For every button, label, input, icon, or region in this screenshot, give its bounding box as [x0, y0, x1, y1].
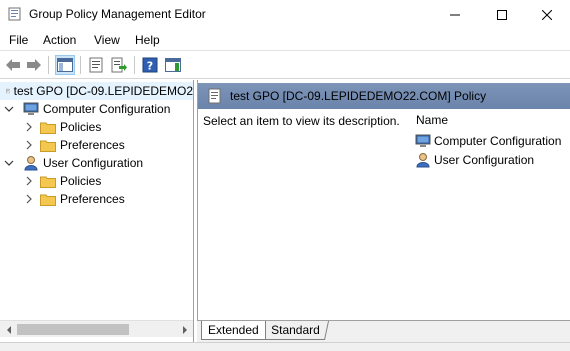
scroll-right-button[interactable] — [176, 321, 193, 338]
policy-document-icon — [208, 88, 221, 104]
tree-item-label: Policies — [60, 174, 102, 188]
tree-item-gpo-root[interactable]: test GPO [DC-09.LEPIDEDEMO2 — [0, 82, 193, 100]
properties-icon — [89, 57, 103, 73]
chevron-right-icon[interactable] — [24, 194, 34, 204]
list-item-label: User Configuration — [434, 153, 535, 167]
minimize-button[interactable] — [432, 0, 478, 29]
list-item-computer-configuration[interactable]: Computer Configuration — [415, 132, 561, 150]
back-arrow-icon — [6, 59, 20, 71]
chevron-down-icon[interactable] — [4, 158, 14, 168]
svg-text:?: ? — [147, 60, 153, 73]
computer-icon — [23, 102, 39, 115]
toolbar: ? — [0, 52, 570, 79]
tree-item-computer-configuration[interactable]: Computer Configuration — [4, 100, 170, 118]
policy-document-icon — [6, 88, 10, 94]
menu-help[interactable]: Help — [135, 33, 160, 47]
list-item-user-configuration[interactable]: User Configuration — [415, 151, 534, 169]
tree-item-label: Preferences — [60, 138, 125, 152]
view-tabs: Extended Standard — [197, 320, 570, 342]
maximize-button[interactable] — [479, 0, 525, 29]
horizontal-scrollbar[interactable] — [0, 320, 193, 337]
console-tree: test GPO [DC-09.LEPIDEDEMO2 Computer Con… — [0, 80, 194, 342]
tree-item-user-configuration[interactable]: User Configuration — [4, 154, 143, 172]
tree-item-label: Computer Configuration — [43, 102, 171, 116]
caret-left-icon — [6, 325, 11, 334]
show-hide-action-pane-icon — [165, 58, 181, 72]
export-list-button[interactable] — [109, 55, 129, 75]
forward-button[interactable] — [24, 55, 44, 75]
menu-action[interactable]: Action — [43, 33, 76, 47]
show-hide-action-pane-button[interactable] — [163, 55, 183, 75]
scroll-left-button[interactable] — [0, 321, 17, 338]
maximize-icon — [497, 9, 507, 20]
chevron-right-icon[interactable] — [24, 122, 34, 132]
user-icon — [416, 153, 430, 168]
content-header-title: test GPO [DC-09.LEPIDEDEMO22.COM] Policy — [230, 89, 487, 103]
toolbar-separator — [134, 56, 135, 74]
help-icon: ? — [142, 57, 158, 73]
close-icon — [542, 9, 552, 20]
content-header: test GPO [DC-09.LEPIDEDEMO22.COM] Policy — [198, 83, 570, 109]
tree-item-user-policies[interactable]: Policies — [24, 172, 101, 190]
forward-arrow-icon — [27, 59, 41, 71]
help-button[interactable]: ? — [140, 55, 160, 75]
status-bar — [0, 342, 570, 351]
folder-icon — [40, 176, 56, 188]
tree-item-label: User Configuration — [43, 156, 144, 170]
menu-file[interactable]: File — [9, 33, 28, 47]
title-bar: Group Policy Management Editor — [0, 0, 570, 29]
properties-button[interactable] — [86, 55, 106, 75]
chevron-down-icon[interactable] — [4, 104, 14, 114]
content-pane: test GPO [DC-09.LEPIDEDEMO22.COM] Policy… — [197, 80, 570, 342]
list-item-label: Computer Configuration — [434, 134, 562, 148]
item-description: Select an item to view its description. — [203, 114, 400, 128]
folder-icon — [40, 122, 56, 134]
tree-item-computer-policies[interactable]: Policies — [24, 118, 101, 136]
tree-item-label: Policies — [60, 120, 102, 134]
tab-standard[interactable]: Standard — [262, 321, 329, 340]
window-title: Group Policy Management Editor — [29, 7, 206, 21]
export-list-icon — [111, 57, 127, 73]
chevron-right-icon[interactable] — [24, 140, 34, 150]
toolbar-separator — [80, 56, 81, 74]
show-hide-console-tree-button[interactable] — [55, 55, 75, 75]
caret-right-icon — [182, 325, 187, 334]
chevron-right-icon[interactable] — [24, 176, 34, 186]
tree-item-label: test GPO [DC-09.LEPIDEDEMO2 — [13, 84, 193, 98]
close-button[interactable] — [524, 0, 570, 29]
menu-bar: File Action View Help — [0, 29, 570, 51]
minimize-icon — [450, 14, 460, 15]
computer-icon — [415, 134, 431, 147]
policy-editor-app-icon — [8, 7, 21, 21]
tree-item-computer-preferences[interactable]: Preferences — [24, 136, 125, 154]
tab-extended[interactable]: Extended — [201, 321, 266, 340]
menu-view[interactable]: View — [94, 33, 120, 47]
folder-icon — [40, 194, 56, 206]
show-hide-console-tree-icon — [57, 58, 73, 72]
tab-standard-label: Standard — [271, 323, 320, 337]
tree-item-label: Preferences — [60, 192, 125, 206]
back-button[interactable] — [3, 55, 23, 75]
toolbar-separator — [48, 56, 49, 74]
tree-item-user-preferences[interactable]: Preferences — [24, 190, 125, 208]
user-icon — [24, 156, 38, 171]
column-header-name[interactable]: Name — [416, 113, 448, 127]
scrollbar-thumb[interactable] — [17, 324, 129, 335]
folder-icon — [40, 140, 56, 152]
